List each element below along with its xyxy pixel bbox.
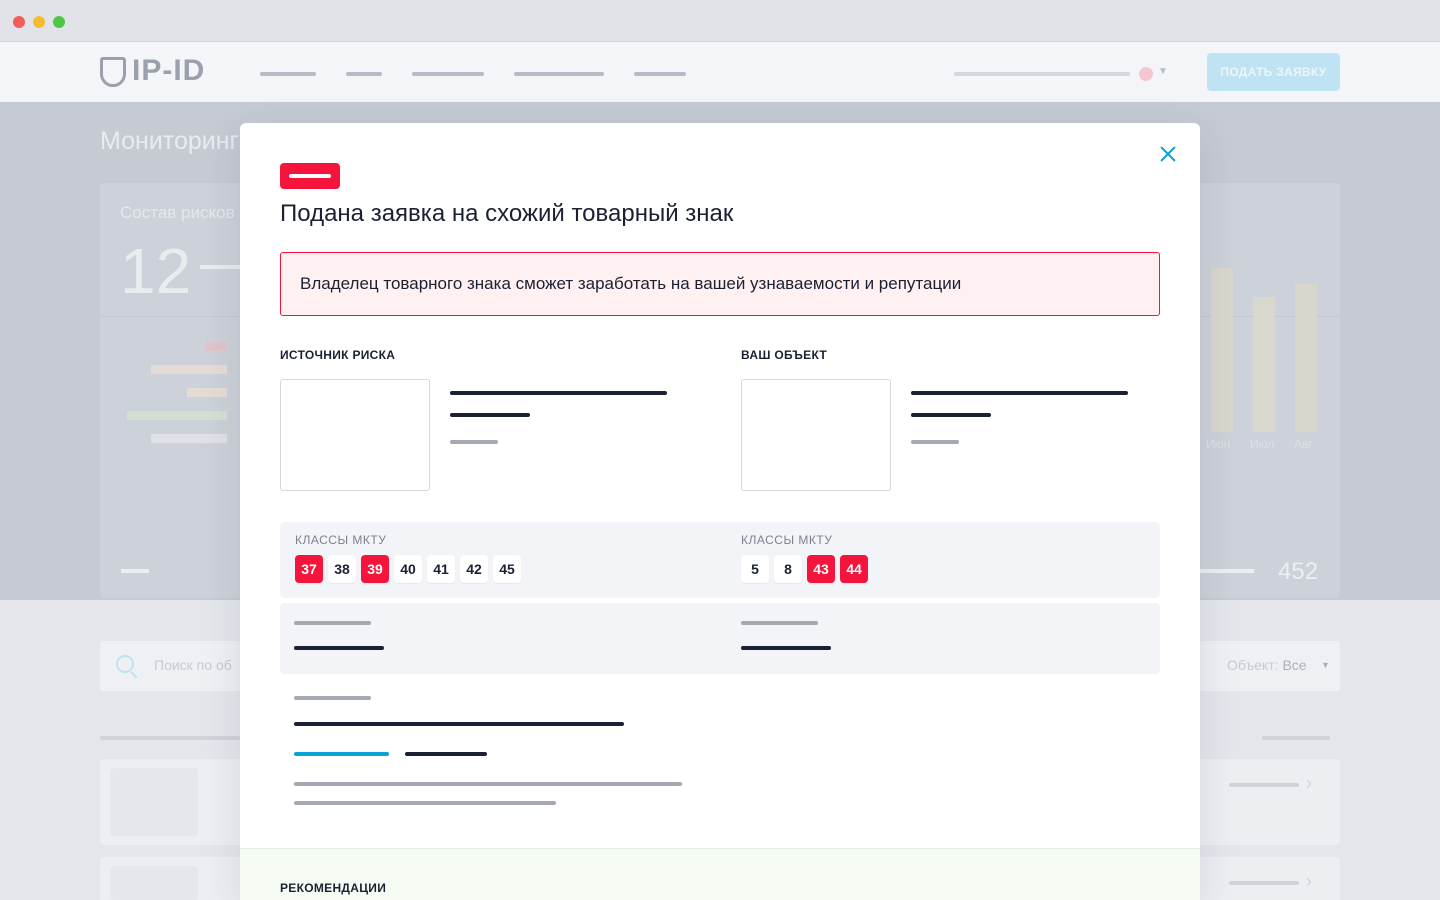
class-chip[interactable]: 45 <box>493 555 521 583</box>
search-input[interactable]: Поиск по об <box>154 657 232 673</box>
applicant-meta <box>405 752 487 756</box>
stat-progress <box>1196 569 1254 573</box>
chevron-right-icon[interactable]: › <box>1306 773 1312 794</box>
list-header <box>1262 736 1330 740</box>
chevron-right-icon[interactable]: › <box>1306 871 1312 892</box>
risk-bar <box>151 365 227 374</box>
your-object-name <box>911 391 1128 395</box>
filter-value: Все <box>1282 657 1307 673</box>
page-title: Мониторинг <box>100 127 239 155</box>
list-item-thumbnail <box>110 768 198 836</box>
stat-label <box>121 569 149 573</box>
class-chip[interactable]: 5 <box>741 555 769 583</box>
detail-value <box>741 646 831 650</box>
detail-label <box>294 621 371 625</box>
month-bar <box>1253 297 1275 432</box>
modal-title: Подана заявка на схожий товарный знак <box>280 200 734 227</box>
class-chip[interactable]: 41 <box>427 555 455 583</box>
nav-item-2[interactable] <box>346 72 382 76</box>
risk-count-dash <box>200 265 245 269</box>
window-minimize-button[interactable] <box>33 16 45 28</box>
nav-item-3[interactable] <box>412 72 484 76</box>
shield-logo-icon[interactable] <box>100 57 126 87</box>
risk-count: 12 <box>120 235 192 307</box>
object-filter[interactable]: Объект: Все <box>1227 657 1307 673</box>
your-object-label: ВАШ ОБЪЕКТ <box>741 348 828 362</box>
nav-item-5[interactable] <box>634 72 686 76</box>
your-object-image[interactable] <box>741 379 891 491</box>
chevron-down-icon[interactable]: ▼ <box>1321 660 1330 670</box>
risk-level-badge-text <box>289 174 331 178</box>
window-close-button[interactable] <box>13 16 25 28</box>
description-line <box>294 801 556 805</box>
nav-item-1[interactable] <box>260 72 316 76</box>
risk-card-title: Состав рисков <box>120 203 235 222</box>
class-chip[interactable]: 44 <box>840 555 868 583</box>
chevron-down-icon[interactable]: ▼ <box>1158 66 1168 77</box>
user-avatar[interactable] <box>1139 67 1153 81</box>
source-classes-label: КЛАССЫ МКТУ <box>295 533 387 547</box>
list-item-meta <box>1229 783 1299 787</box>
nav-item-4[interactable] <box>514 72 604 76</box>
risk-bar <box>127 411 227 420</box>
search-icon <box>116 655 134 673</box>
risk-level-badge <box>280 163 340 189</box>
app-logo[interactable]: IP-ID <box>132 54 205 88</box>
risk-source-name <box>450 413 530 417</box>
class-chip[interactable]: 37 <box>295 555 323 583</box>
filter-label: Объект: <box>1227 657 1279 673</box>
details-section <box>280 603 1160 674</box>
applicant-label <box>294 696 371 700</box>
window-titlebar <box>0 0 1440 42</box>
risk-source-meta <box>450 440 498 444</box>
risk-bar <box>187 388 227 397</box>
your-object-name <box>911 413 991 417</box>
risk-source-name <box>450 391 667 395</box>
applicant-name <box>294 722 624 726</box>
month-label: Июн <box>1206 437 1231 451</box>
risk-bar <box>206 342 227 351</box>
month-label: Авг <box>1294 437 1313 451</box>
applicant-link[interactable] <box>294 752 389 756</box>
close-icon[interactable] <box>1157 143 1179 165</box>
list-item-thumbnail <box>110 866 198 900</box>
class-chip[interactable]: 38 <box>328 555 356 583</box>
your-object-meta <box>911 440 959 444</box>
risk-alert: Владелец товарного знака сможет заработа… <box>280 252 1160 316</box>
risk-alert-text: Владелец товарного знака сможет заработа… <box>300 274 962 293</box>
detail-label <box>741 621 818 625</box>
risk-source-image[interactable] <box>280 379 430 491</box>
window-zoom-button[interactable] <box>53 16 65 28</box>
submit-application-button[interactable]: ПОДАТЬ ЗАЯВКУ <box>1207 53 1340 91</box>
nice-classes-section: КЛАССЫ МКТУ 37 38 39 40 41 42 45 КЛАССЫ … <box>280 522 1160 598</box>
description-line <box>294 782 682 786</box>
risk-details-modal: Подана заявка на схожий товарный знак Вл… <box>240 123 1200 900</box>
month-bar <box>1211 268 1233 432</box>
detail-value <box>294 646 384 650</box>
recommendations-section: РЕКОМЕНДАЦИИ <box>240 848 1200 900</box>
risk-source-label: ИСТОЧНИК РИСКА <box>280 348 396 362</box>
stat-value: 452 <box>1278 558 1319 585</box>
list-item-meta <box>1229 881 1299 885</box>
recommendations-label: РЕКОМЕНДАЦИИ <box>280 881 387 895</box>
risk-bar <box>151 434 227 443</box>
class-chip[interactable]: 8 <box>774 555 802 583</box>
class-chip[interactable]: 40 <box>394 555 422 583</box>
header-search[interactable] <box>954 72 1130 76</box>
object-classes-label: КЛАССЫ МКТУ <box>741 533 833 547</box>
object-classes-list: 5 8 43 44 <box>741 555 868 583</box>
class-chip[interactable]: 39 <box>361 555 389 583</box>
source-classes-list: 37 38 39 40 41 42 45 <box>295 555 521 583</box>
month-bar <box>1295 284 1317 432</box>
list-header <box>100 736 240 740</box>
class-chip[interactable]: 43 <box>807 555 835 583</box>
class-chip[interactable]: 42 <box>460 555 488 583</box>
month-label: Июл <box>1250 437 1275 451</box>
